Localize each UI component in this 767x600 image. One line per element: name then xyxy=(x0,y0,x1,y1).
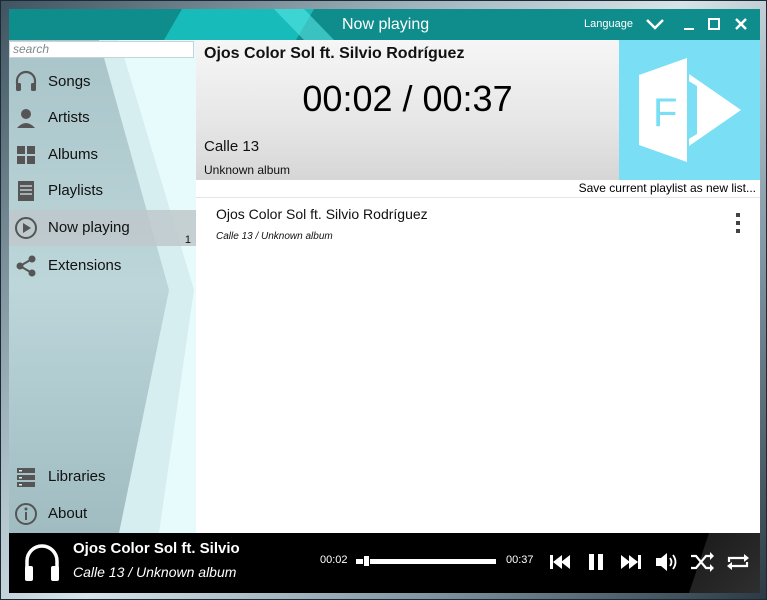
duration: 00:37 xyxy=(506,554,534,566)
share-icon xyxy=(16,255,36,277)
search-input[interactable]: search xyxy=(9,41,194,58)
info-icon xyxy=(15,503,37,525)
pause-icon[interactable] xyxy=(583,549,609,575)
svg-text:F: F xyxy=(653,91,677,135)
sidebar-item-libraries[interactable]: Libraries xyxy=(9,459,196,495)
close-icon[interactable] xyxy=(731,14,751,34)
progress-bar[interactable] xyxy=(356,559,496,564)
sidebar-item-artists[interactable]: Artists xyxy=(9,100,196,136)
chevron-down-icon[interactable] xyxy=(645,17,665,31)
window-title: Now playing xyxy=(342,16,430,33)
headphones-icon xyxy=(25,544,59,581)
progress-handle[interactable] xyxy=(363,555,370,567)
maximize-icon[interactable] xyxy=(704,14,724,34)
track-subtitle: Calle 13 / Unknown album xyxy=(216,231,333,242)
server-icon xyxy=(17,468,35,487)
sidebar-item-about[interactable]: About xyxy=(9,496,196,532)
album-art: F xyxy=(619,40,760,180)
now-playing-header: Ojos Color Sol ft. Silvio Rodríguez 00:0… xyxy=(196,40,619,180)
player-track-subtitle: Calle 13 / Unknown album xyxy=(73,564,237,580)
sidebar-item-label: Songs xyxy=(48,73,91,90)
previous-track-icon[interactable] xyxy=(547,549,573,575)
sidebar-item-label: Libraries xyxy=(48,468,106,485)
sidebar-item-albums[interactable]: Albums xyxy=(9,137,196,173)
language-selector[interactable]: Language xyxy=(584,9,633,40)
app-window: Now playing Language search Songs Artist… xyxy=(0,0,767,600)
sidebar-item-now-playing[interactable]: Now playing 1 xyxy=(9,210,196,246)
sidebar-item-label: Artists xyxy=(48,109,90,126)
now-playing-time: 00:02 / 00:37 xyxy=(302,78,513,119)
grid-icon xyxy=(17,146,35,164)
sidebar-item-label: Now playing xyxy=(48,219,130,236)
sidebar-item-songs[interactable]: Songs xyxy=(9,64,196,100)
player-bar: Ojos Color Sol ft. Silvio Calle 13 / Unk… xyxy=(9,533,760,593)
now-playing-count-badge: 1 xyxy=(184,234,191,246)
sidebar-item-label: About xyxy=(48,505,88,522)
sidebar-item-extensions[interactable]: Extensions xyxy=(9,248,196,284)
title-bar[interactable]: Now playing Language xyxy=(9,9,760,40)
track-title: Ojos Color Sol ft. Silvio Rodríguez xyxy=(216,206,428,222)
more-options-icon[interactable] xyxy=(734,212,742,234)
headphones-icon xyxy=(15,70,37,91)
now-playing-album[interactable]: Unknown album xyxy=(204,163,290,177)
player-track-title: Ojos Color Sol ft. Silvio xyxy=(73,540,240,557)
save-playlist-link[interactable]: Save current playlist as new list... xyxy=(579,180,756,196)
sidebar-item-label: Extensions xyxy=(48,257,122,274)
list-item[interactable]: Ojos Color Sol ft. Silvio Rodríguez Call… xyxy=(196,199,760,249)
current-time: 00:02 xyxy=(320,554,348,566)
shuffle-icon[interactable] xyxy=(689,549,715,575)
divider xyxy=(196,197,760,198)
minimize-icon[interactable] xyxy=(679,14,699,34)
volume-icon[interactable] xyxy=(653,549,679,575)
next-track-icon[interactable] xyxy=(618,549,644,575)
app-logo-icon: F xyxy=(639,58,741,162)
sidebar: search Songs Artists Albums Playlists No… xyxy=(9,40,196,533)
play-circle-icon xyxy=(15,217,37,239)
sidebar-item-label: Playlists xyxy=(48,182,104,199)
person-icon xyxy=(17,109,35,128)
now-playing-title: Ojos Color Sol ft. Silvio Rodríguez xyxy=(204,45,465,62)
now-playing-artist[interactable]: Calle 13 xyxy=(204,138,259,155)
sidebar-item-label: Albums xyxy=(48,146,99,163)
main-panel: Ojos Color Sol ft. Silvio Rodríguez 00:0… xyxy=(196,40,760,533)
list-icon xyxy=(18,181,34,201)
repeat-icon[interactable] xyxy=(725,549,751,575)
sidebar-item-playlists[interactable]: Playlists xyxy=(9,173,196,209)
